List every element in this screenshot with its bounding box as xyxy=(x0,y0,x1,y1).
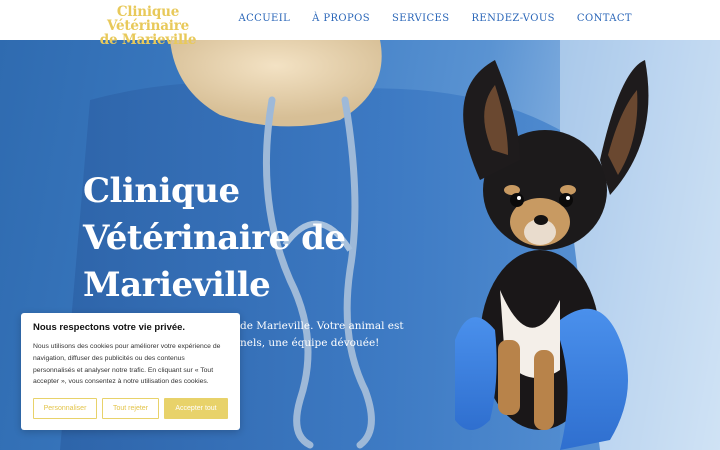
nav-item-rendez-vous[interactable]: RENDEZ-VOUS xyxy=(472,13,555,24)
nav-item-contact[interactable]: CONTACT xyxy=(577,13,632,24)
hero-title-line-2: Vétérinaire de xyxy=(83,218,346,258)
cookie-title: Nous respectons votre vie privée. xyxy=(33,322,186,333)
cookie-buttons: Personnaliser Tout rejeter Accepter tout xyxy=(33,398,228,419)
logo-line-2: de Marieville xyxy=(99,32,197,48)
hero-title-line-1: Clinique xyxy=(83,171,240,211)
cookie-text: Nous utilisons des cookies pour améliore… xyxy=(33,343,221,386)
main-nav: ACCUEIL À PROPOS SERVICES RENDEZ-VOUS CO… xyxy=(217,13,633,24)
nav-item-services[interactable]: SERVICES xyxy=(392,13,450,24)
hero-title: Clinique Vétérinaire de Marieville xyxy=(83,168,383,309)
nav-item-a-propos[interactable]: À PROPOS xyxy=(312,13,370,24)
accept-all-button[interactable]: Accepter tout xyxy=(164,398,228,419)
cookie-consent-banner: Nous respectons votre vie privée. Nous u… xyxy=(21,313,240,430)
hero-title-line-3: Marieville xyxy=(83,265,271,305)
customize-button[interactable]: Personnaliser xyxy=(33,398,97,419)
site-logo[interactable]: Clinique Vétérinaire de Marieville xyxy=(78,5,218,47)
hero-text-line-2: nels, une équipe dévouée! xyxy=(240,337,380,349)
reject-all-button[interactable]: Tout rejeter xyxy=(102,398,159,419)
hero-description: de Marieville. Votre animal est nels, un… xyxy=(240,318,404,352)
logo-line-1: Clinique Vétérinaire xyxy=(106,4,190,34)
nav-item-accueil[interactable]: ACCUEIL xyxy=(239,13,291,24)
hero-text-line-1: de Marieville. Votre animal est xyxy=(240,320,404,332)
site-header: Clinique Vétérinaire de Marieville ACCUE… xyxy=(0,0,720,47)
